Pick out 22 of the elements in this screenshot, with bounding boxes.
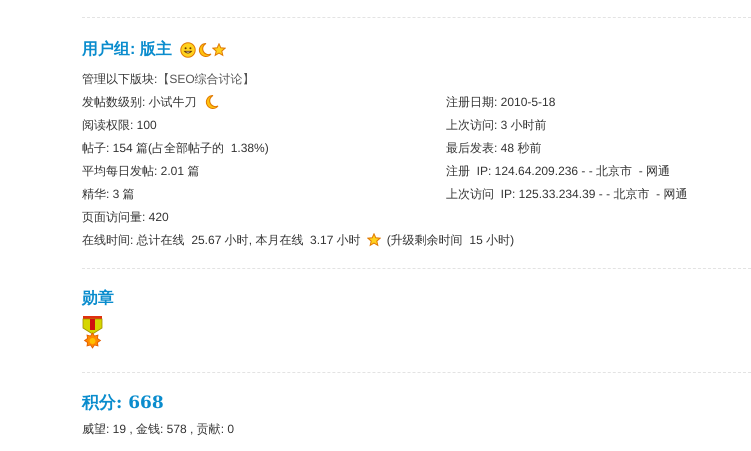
post-level: 发帖数级别: 小试牛刀 (82, 94, 197, 110)
online-time: 在线时间: 总计在线 25.67 小时, 本月在线 3.17 小时 (82, 232, 361, 248)
credits-details: 威望: 19 , 金钱: 578 , 贡献: 0 (82, 421, 234, 438)
profile-field: 上次访问: 3 小时前 (446, 116, 547, 134)
profile-field: 注册日期: 2010-5-18 (446, 92, 556, 110)
profile-field: 平均每日发帖: 2.01 篇 (82, 162, 200, 180)
credits-title: 积分: 668 (82, 392, 164, 414)
profile-field: 帖子: 154 篇(占全部帖子的 1.38%) (82, 138, 269, 156)
managed-forums-label: 管理以下版块: (82, 70, 158, 88)
profile-field: 最后发表: 48 秒前 (446, 138, 542, 156)
medals-title: 勋章 (82, 288, 114, 309)
smiley-icon (180, 42, 196, 58)
profile-field: 注册 IP: 124.64.209.236 - - 北京市 - 网通 (446, 162, 670, 180)
upgrade-remaining: (升级剩余时间 15 小时) (386, 232, 514, 248)
profile-field: 上次访问 IP: 125.33.234.39 - - 北京市 - 网通 (446, 184, 688, 202)
forum-link[interactable]: 【SEO综合讨论】 (157, 70, 255, 88)
profile-field: 页面访问量: 420 (82, 208, 169, 226)
star-icon (212, 43, 226, 57)
star-icon (366, 232, 381, 246)
profile-field: 精华: 3 篇 (82, 184, 135, 202)
profile-field: 阅读权限: 100 (82, 116, 157, 134)
group-title: 用户组: 版主 (82, 39, 172, 60)
